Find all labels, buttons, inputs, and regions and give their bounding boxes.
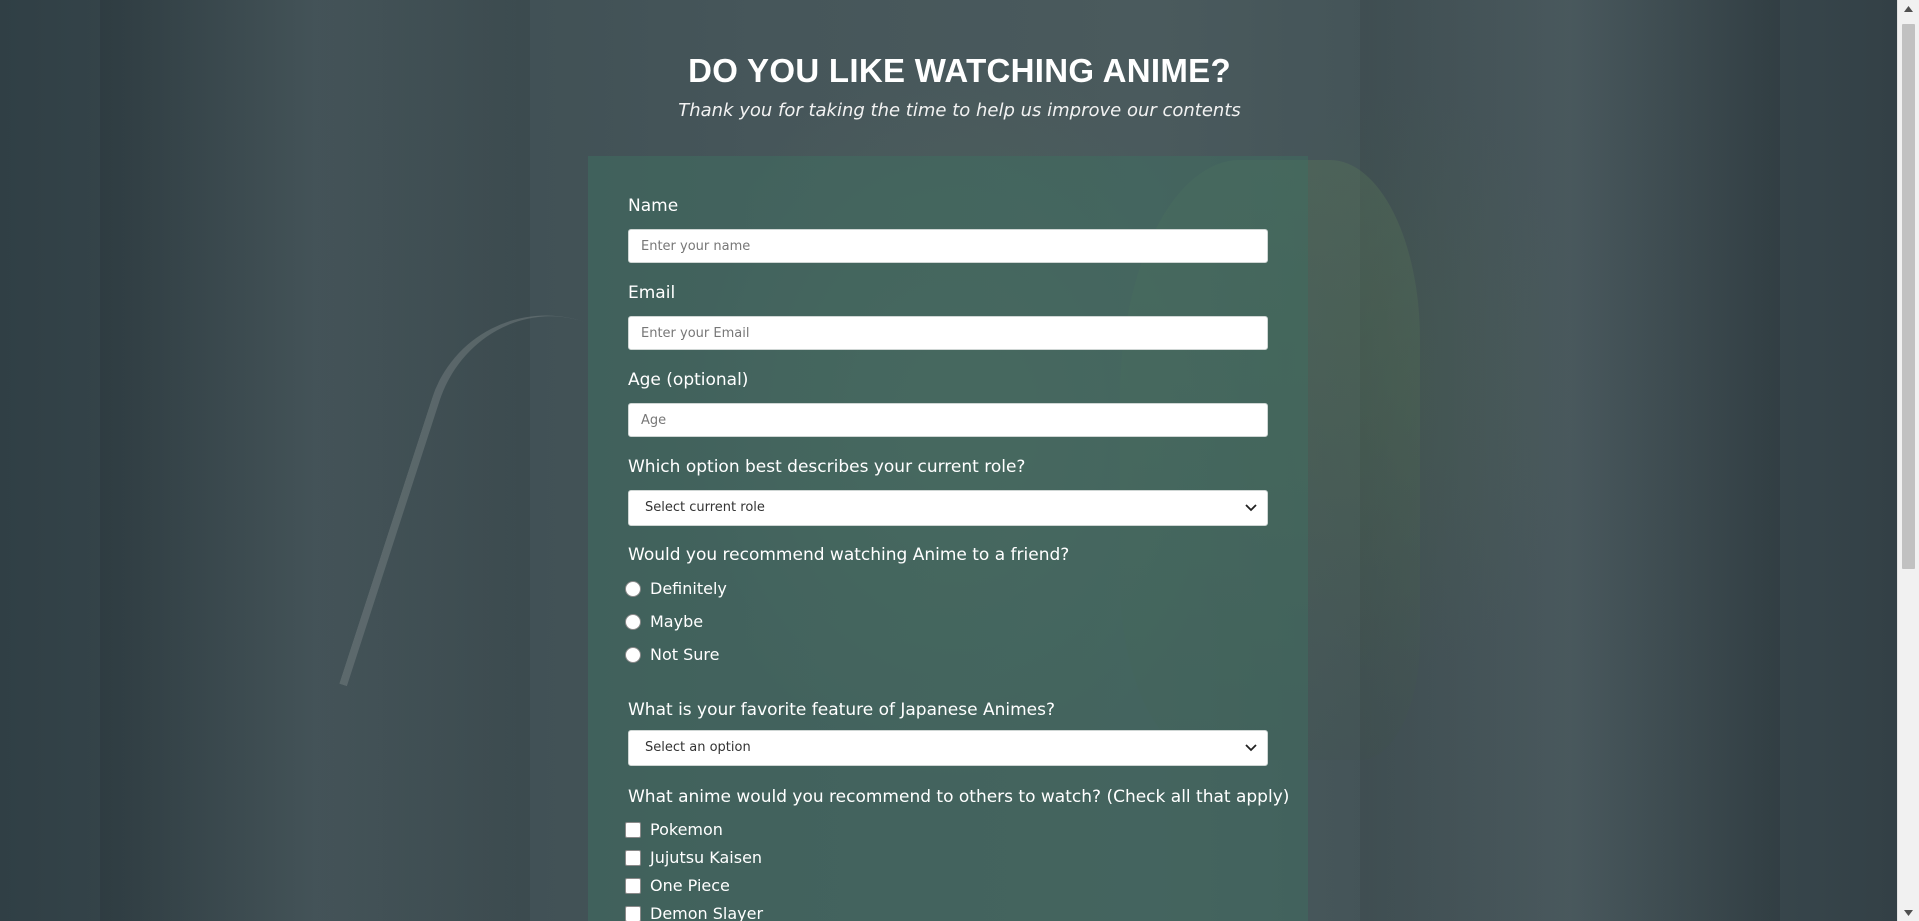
page-title: DO YOU LIKE WATCHING ANIME? — [688, 52, 1231, 89]
feature-label: What is your favorite feature of Japanes… — [628, 700, 1055, 720]
checkbox-label: One Piece — [650, 876, 730, 895]
feature-select-value: Select an option — [645, 740, 751, 755]
email-label: Email — [628, 283, 676, 303]
checkbox-option-one-piece[interactable]: One Piece — [625, 876, 730, 895]
checkbox-option-jujutsu-kaisen[interactable]: Jujutsu Kaisen — [625, 848, 762, 867]
survey-form: Name Email Age (optional) Which option b… — [588, 156, 1308, 921]
checkbox-label: Jujutsu Kaisen — [650, 848, 763, 867]
checkbox[interactable] — [625, 905, 641, 921]
chevron-down-icon — [1245, 731, 1257, 765]
radio-option-maybe[interactable]: Maybe — [625, 612, 703, 631]
recommend-label: Would you recommend watching Anime to a … — [628, 545, 1070, 565]
background-shoji-right — [1360, 0, 1780, 921]
vertical-scrollbar[interactable] — [1897, 0, 1919, 921]
radio-button[interactable] — [625, 646, 641, 663]
checkbox[interactable] — [625, 877, 641, 894]
checkbox-option-demon-slayer[interactable]: Demon Slayer — [625, 904, 763, 921]
role-label: Which option best describes your current… — [628, 457, 1026, 477]
chevron-down-icon — [1245, 491, 1257, 525]
email-input[interactable] — [628, 316, 1268, 350]
triangle-up-icon[interactable] — [1898, 0, 1919, 17]
radio-option-not-sure[interactable]: Not Sure — [625, 645, 719, 664]
radio-button[interactable] — [625, 613, 641, 630]
checkbox[interactable] — [625, 849, 641, 866]
age-label: Age (optional) — [628, 370, 749, 390]
radio-option-definitely[interactable]: Definitely — [625, 579, 727, 598]
radio-label: Not Sure — [650, 645, 720, 664]
feature-select[interactable]: Select an option — [628, 730, 1268, 766]
radio-label: Definitely — [650, 579, 727, 598]
name-label: Name — [628, 196, 679, 216]
name-input[interactable] — [628, 229, 1268, 263]
anime-label: What anime would you recommend to others… — [628, 787, 1290, 807]
age-input[interactable] — [628, 403, 1268, 437]
scrollbar-thumb[interactable] — [1902, 24, 1915, 569]
checkbox-option-pokemon[interactable]: Pokemon — [625, 820, 723, 839]
checkbox-label: Pokemon — [650, 820, 723, 839]
checkbox[interactable] — [625, 821, 641, 838]
role-select[interactable]: Select current role — [628, 490, 1268, 526]
checkbox-label: Demon Slayer — [650, 904, 764, 921]
role-select-value: Select current role — [645, 500, 765, 515]
viewport: DO YOU LIKE WATCHING ANIME? Thank you fo… — [0, 0, 1919, 921]
radio-label: Maybe — [650, 612, 704, 631]
page-subtitle: Thank you for taking the time to help us… — [678, 100, 1241, 121]
triangle-down-icon[interactable] — [1898, 904, 1919, 921]
radio-button[interactable] — [625, 580, 641, 597]
